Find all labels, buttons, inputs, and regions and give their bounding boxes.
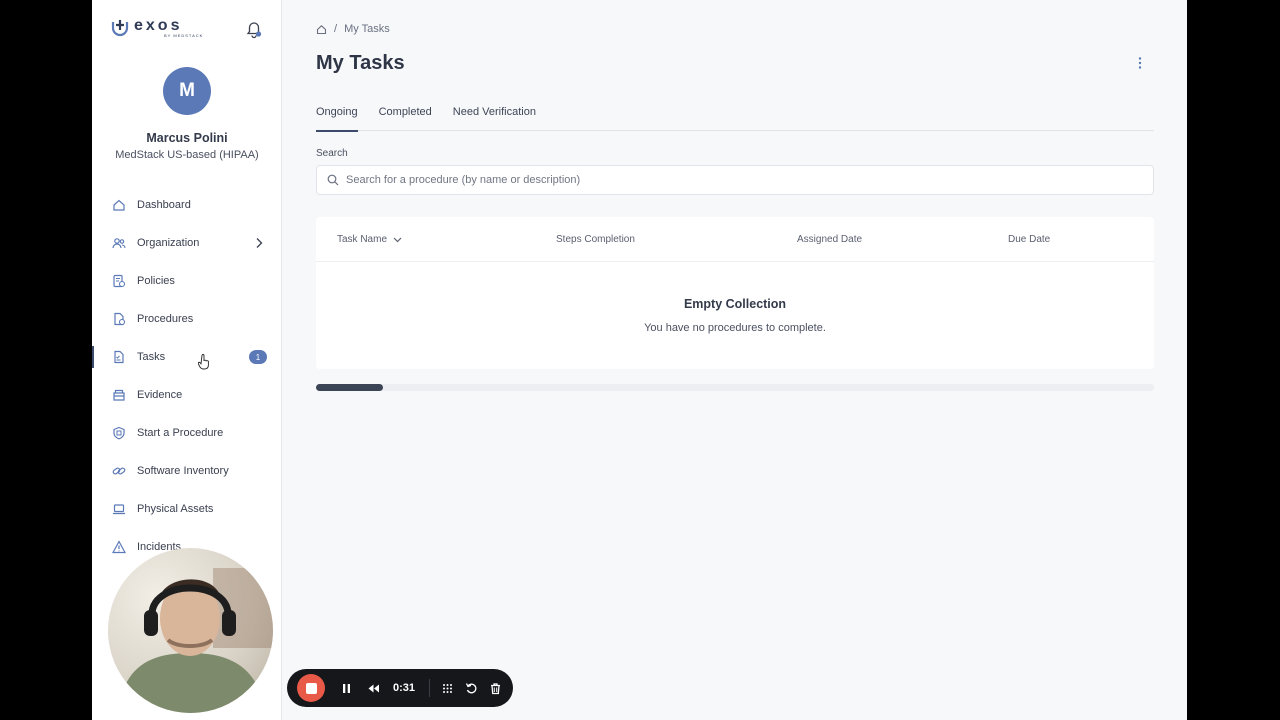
chevron-right-icon[interactable] [255, 237, 263, 249]
page-title: My Tasks [316, 52, 405, 74]
sidebar-item-label: Dashboard [137, 199, 191, 211]
recording-toolbar: 0:31 [287, 669, 513, 707]
grid-icon[interactable] [440, 681, 454, 695]
brand-logo[interactable]: exos BY MEDSTACK [110, 18, 203, 38]
link-icon [112, 464, 126, 478]
sidebar-item-label: Procedures [137, 313, 194, 325]
sidebar-item-label: Software Inventory [137, 465, 229, 477]
pause-icon[interactable] [339, 681, 353, 695]
sidebar-item-label: Physical Assets [137, 503, 214, 515]
laptop-icon [112, 502, 126, 516]
breadcrumb: / My Tasks [316, 23, 390, 35]
sidebar-item-label: Policies [137, 275, 175, 287]
user-organization: MedStack US-based (HIPAA) [115, 149, 259, 161]
empty-state-message: You have no procedures to complete. [644, 322, 826, 334]
sidebar-item-evidence[interactable]: Evidence [92, 376, 282, 414]
hand-cursor-icon [198, 354, 209, 370]
evidence-icon [112, 388, 126, 402]
stop-icon [305, 682, 317, 694]
sidebar-item-procedures[interactable]: Procedures [92, 300, 282, 338]
column-steps-completion: Steps Completion [556, 234, 635, 245]
procedure-icon [112, 312, 126, 326]
warning-icon [112, 540, 126, 554]
brand-sub: BY MEDSTACK [164, 33, 204, 38]
tab-need-verification[interactable]: Need Verification [453, 103, 536, 131]
main-content: / My Tasks My Tasks Ongoing Completed Ne… [282, 0, 1187, 720]
sidebar-item-label: Organization [137, 237, 200, 249]
search-input[interactable] [346, 174, 1126, 186]
avatar[interactable]: M [163, 67, 211, 115]
sidebar-item-dashboard[interactable]: Dashboard [92, 186, 282, 224]
sidebar-nav: Dashboard Organization Policies Procedur… [92, 186, 282, 566]
home-icon[interactable] [316, 24, 327, 35]
shield-icon [112, 426, 126, 440]
trash-icon[interactable] [488, 681, 502, 695]
home-icon [112, 198, 126, 212]
recording-timer: 0:31 [393, 682, 416, 694]
users-icon [112, 236, 126, 250]
sidebar-item-label: Tasks [137, 351, 166, 363]
column-due-date: Due Date [1008, 234, 1051, 245]
tab-completed[interactable]: Completed [379, 103, 432, 131]
breadcrumb-current[interactable]: My Tasks [344, 23, 390, 35]
brand-name: exos [134, 17, 183, 34]
sidebar-item-organization[interactable]: Organization [92, 224, 282, 262]
webcam-bubble[interactable] [108, 548, 273, 713]
sidebar-item-physical-assets[interactable]: Physical Assets [92, 490, 282, 528]
policy-icon [112, 274, 126, 288]
tasks-count-badge: 1 [249, 350, 267, 364]
presenter-video [118, 568, 273, 713]
sidebar-item-label: Start a Procedure [137, 427, 224, 439]
scroll-progress-fill [316, 384, 384, 391]
user-name: Marcus Polini [146, 131, 228, 145]
restart-icon[interactable] [464, 681, 478, 695]
sidebar-item-label: Evidence [137, 389, 183, 401]
more-options-icon[interactable] [1137, 56, 1143, 70]
search-icon [327, 174, 339, 186]
column-label: Task Name [337, 234, 388, 245]
sidebar-item-policies[interactable]: Policies [92, 262, 282, 300]
bell-icon[interactable] [246, 21, 262, 39]
sidebar-item-software-inventory[interactable]: Software Inventory [92, 452, 282, 490]
toolbar-divider [429, 679, 431, 697]
tab-bar: Ongoing Completed Need Verification [316, 103, 1154, 132]
stop-recording-button[interactable] [297, 674, 325, 702]
sidebar-item-tasks[interactable]: Tasks 1 [92, 338, 282, 376]
chevron-down-icon[interactable] [393, 237, 402, 243]
search-label: Search [316, 148, 348, 159]
search-box[interactable] [316, 165, 1154, 195]
tasks-table: Task Name Steps Completion Assigned Date… [316, 217, 1154, 369]
tab-ongoing[interactable]: Ongoing [316, 103, 358, 132]
column-assigned-date: Assigned Date [797, 234, 863, 245]
logo-mark-icon [111, 20, 129, 37]
empty-state-title: Empty Collection [683, 297, 787, 311]
scroll-progress-bar[interactable] [316, 384, 1154, 391]
table-header: Task Name Steps Completion Assigned Date… [316, 217, 1154, 262]
rewind-icon[interactable] [366, 681, 380, 695]
breadcrumb-separator: / [334, 23, 338, 35]
tasks-icon [112, 350, 126, 364]
column-task-name[interactable]: Task Name [337, 234, 402, 245]
sidebar-item-start-procedure[interactable]: Start a Procedure [92, 414, 282, 452]
